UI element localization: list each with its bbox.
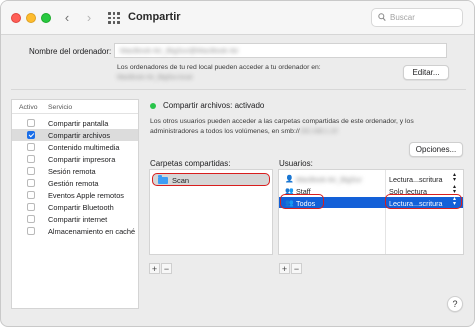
service-item-media-sharing[interactable]: Contenido multimedia bbox=[12, 141, 138, 153]
status-text: Compartir archivos: activado bbox=[163, 101, 265, 110]
options-button[interactable]: Opciones... bbox=[409, 142, 463, 157]
chevron-up-down-icon: ▴ ▾ bbox=[453, 172, 457, 183]
service-checkbox[interactable] bbox=[27, 167, 35, 175]
computer-name-field[interactable]: MacBook Air_BigSur@MacBook Air bbox=[114, 43, 447, 58]
users-controls: + − bbox=[279, 263, 303, 274]
chevron-right-icon[interactable]: › bbox=[81, 9, 97, 27]
service-item-content-caching[interactable]: Almacenamiento en caché bbox=[12, 225, 138, 237]
service-checkbox[interactable] bbox=[27, 143, 35, 151]
remove-user-button[interactable]: − bbox=[291, 263, 302, 274]
remove-folder-button[interactable]: − bbox=[161, 263, 172, 274]
service-checkbox[interactable] bbox=[27, 215, 35, 223]
service-item-remote-apple-events[interactable]: Eventos Apple remotos bbox=[12, 189, 138, 201]
service-item-file-sharing[interactable]: Compartir archivos bbox=[12, 129, 138, 141]
add-user-button[interactable]: + bbox=[279, 263, 290, 274]
service-list: Activo Servicio Compartir pantalla Compa… bbox=[11, 99, 139, 309]
permission-popup[interactable]: Lectura...scritura bbox=[389, 175, 443, 184]
users-label: Usuarios: bbox=[279, 159, 313, 168]
column-active[interactable]: Activo bbox=[19, 104, 38, 111]
service-item-remote-login[interactable]: Sesión remota bbox=[12, 165, 138, 177]
service-checkbox[interactable] bbox=[27, 155, 35, 163]
smb-address: 192.168.1.10 bbox=[299, 128, 338, 135]
shared-folders-list: Scan bbox=[149, 169, 273, 255]
service-list-header: Activo Servicio bbox=[12, 100, 138, 114]
shared-folder-name: Scan bbox=[172, 175, 190, 185]
grid-icon[interactable] bbox=[108, 12, 120, 24]
user-icon: 👤 bbox=[285, 175, 294, 183]
service-item-printer-sharing[interactable]: Compartir impresora bbox=[12, 153, 138, 165]
status-description: Los otros usuarios pueden acceder a las … bbox=[150, 118, 414, 135]
users-list: 👤 MacBook Air_BigSur Lectura...scritura … bbox=[278, 169, 464, 255]
service-item-bluetooth-sharing[interactable]: Compartir Bluetooth bbox=[12, 201, 138, 213]
shared-folders-controls: + − bbox=[149, 263, 173, 274]
column-service[interactable]: Servicio bbox=[48, 104, 72, 111]
service-checkbox[interactable] bbox=[27, 191, 35, 199]
computer-name-description: Los ordenadores de tu red local pueden a… bbox=[117, 64, 321, 81]
window-title: Compartir bbox=[128, 11, 181, 23]
local-address: MacBook-Air_BigSur.local bbox=[117, 74, 193, 81]
service-checkbox[interactable] bbox=[27, 227, 35, 235]
highlight-permission bbox=[385, 194, 462, 209]
user-row[interactable]: 👤 MacBook Air_BigSur Lectura...scritura … bbox=[279, 172, 463, 184]
user-name: MacBook Air_BigSur bbox=[296, 174, 362, 184]
close-window-button[interactable] bbox=[11, 13, 21, 23]
search-icon bbox=[378, 13, 386, 21]
service-checkbox[interactable] bbox=[27, 203, 35, 211]
service-item-screen-sharing[interactable]: Compartir pantalla bbox=[12, 117, 138, 129]
folder-icon bbox=[158, 174, 168, 184]
sharing-window: ‹ › Compartir Nombre del ordenador: MacB… bbox=[0, 0, 475, 327]
service-checkbox[interactable] bbox=[27, 119, 35, 127]
shared-folder-row[interactable]: Scan bbox=[152, 173, 270, 186]
toolbar: ‹ › Compartir bbox=[1, 1, 474, 35]
service-checkbox[interactable] bbox=[27, 131, 35, 139]
service-checkbox[interactable] bbox=[27, 179, 35, 187]
service-item-internet-sharing[interactable]: Compartir internet bbox=[12, 213, 138, 225]
search-input[interactable] bbox=[390, 10, 460, 25]
help-button[interactable]: ? bbox=[447, 296, 463, 312]
add-folder-button[interactable]: + bbox=[149, 263, 160, 274]
divider bbox=[11, 89, 466, 90]
minimize-window-button[interactable] bbox=[26, 13, 36, 23]
edit-button[interactable]: Editar... bbox=[403, 65, 449, 80]
zoom-window-button[interactable] bbox=[41, 13, 51, 23]
shared-folders-label: Carpetas compartidas: bbox=[150, 159, 231, 168]
chevron-left-icon[interactable]: ‹ bbox=[59, 9, 75, 27]
status-indicator bbox=[150, 103, 156, 109]
search-box[interactable] bbox=[371, 8, 463, 27]
highlight-todos bbox=[280, 194, 324, 209]
computer-name-label: Nombre del ordenador: bbox=[29, 47, 112, 56]
service-item-remote-management[interactable]: Gestión remota bbox=[12, 177, 138, 189]
computer-name-value: MacBook Air_BigSur@MacBook Air bbox=[120, 46, 239, 55]
